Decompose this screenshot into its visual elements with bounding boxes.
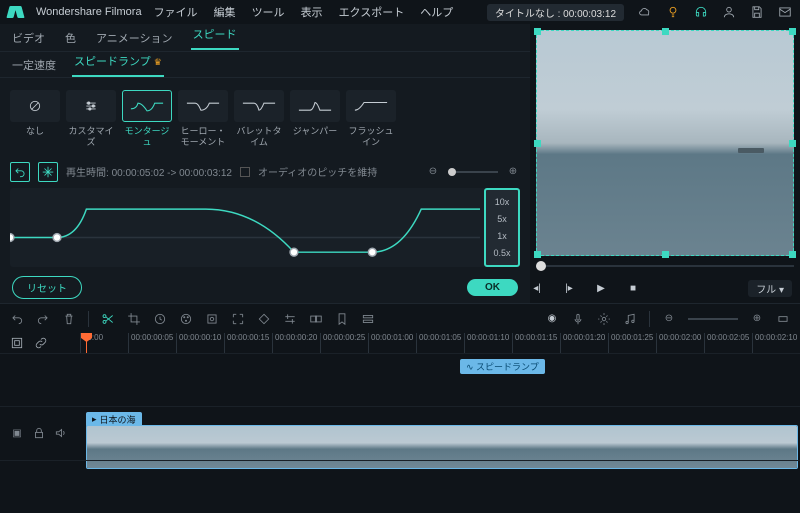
voiceover-icon[interactable]	[571, 312, 585, 326]
effect-tabs: ビデオ 色 アニメーション スピード	[0, 24, 530, 52]
idea-icon[interactable]	[666, 5, 680, 19]
cloud-icon[interactable]	[638, 5, 652, 19]
link-icon[interactable]	[34, 336, 48, 350]
title-bar: Wondershare Filmora ファイル 編集 ツール 表示 エクスポー…	[0, 0, 800, 24]
crown-icon: ♛	[154, 57, 162, 67]
tab-video[interactable]: ビデオ	[10, 30, 47, 46]
track-row-3[interactable]	[80, 460, 800, 513]
split-icon[interactable]	[101, 312, 115, 326]
menu-export[interactable]: エクスポート	[339, 4, 405, 20]
reset-button[interactable]: リセット	[12, 276, 82, 299]
subtab-ramp[interactable]: スピードランプ ♛	[72, 53, 164, 77]
support-icon[interactable]	[694, 5, 708, 19]
preset-row: なし カスタマイズ モンタージュ ヒーロー・モーメント バレットタイム ジャンパ…	[0, 78, 530, 160]
preset-hero[interactable]: ヒーロー・モーメント	[178, 90, 228, 148]
undo-keyframe-icon[interactable]	[10, 162, 30, 182]
prev-frame-icon[interactable]: ◂|	[530, 281, 544, 295]
stop-icon[interactable]: ■	[626, 281, 640, 295]
next-frame-icon[interactable]: |▸	[562, 281, 576, 295]
mixer-icon[interactable]	[597, 312, 611, 326]
track-head-audio	[0, 460, 80, 513]
time-ruler[interactable]: 00:0000:00:00:0500:00:00:1000:00:00:1500…	[80, 333, 800, 353]
speed-subtabs: 一定速度 スピードランプ ♛	[0, 52, 530, 78]
tl-zoom-in-icon[interactable]: ⊕	[750, 312, 764, 326]
menu-help[interactable]: ヘルプ	[420, 4, 453, 20]
ok-button[interactable]: OK	[467, 279, 518, 296]
timeline: ▣ ∿ スピードランプ ▸ 日本の海	[0, 353, 800, 513]
undo-icon[interactable]	[10, 312, 24, 326]
subtab-uniform[interactable]: 一定速度	[10, 57, 58, 73]
insert-track-icon[interactable]	[10, 336, 24, 350]
lock-icon[interactable]	[32, 426, 46, 440]
account-icon[interactable]	[722, 5, 736, 19]
menu-edit[interactable]: 編集	[214, 4, 236, 20]
speed-scale: 10x5x1x0.5x	[484, 188, 520, 267]
track-head-empty	[0, 353, 80, 406]
marker-icon[interactable]	[335, 312, 349, 326]
tl-zoom-slider[interactable]	[688, 318, 738, 320]
keyframe-icon[interactable]	[257, 312, 271, 326]
duration-label: 再生時間: 00:00:05:02 -> 00:00:03:12	[66, 164, 232, 179]
color-icon[interactable]	[179, 312, 193, 326]
tab-speed[interactable]: スピード	[191, 26, 239, 50]
visible-icon[interactable]: ▣	[10, 426, 24, 440]
zoom-in-icon[interactable]: ⊕	[506, 165, 520, 179]
playback-controls: ◂| |▸ ▶ ■ フル ▾	[530, 273, 800, 303]
speed-icon[interactable]	[153, 312, 167, 326]
quality-dropdown[interactable]: フル ▾	[748, 280, 792, 297]
delete-icon[interactable]	[62, 312, 76, 326]
record-icon[interactable]: ◉	[545, 312, 559, 326]
pitch-checkbox[interactable]	[240, 167, 250, 177]
playhead[interactable]	[86, 333, 87, 353]
menu-tools[interactable]: ツール	[252, 4, 285, 20]
preview-panel: ◂| |▸ ▶ ■ フル ▾	[530, 24, 800, 303]
mute-icon[interactable]	[54, 426, 68, 440]
app-name: Wondershare Filmora	[36, 6, 142, 18]
tab-animation[interactable]: アニメーション	[94, 30, 175, 46]
crop-icon[interactable]	[127, 312, 141, 326]
speed-panel: ビデオ 色 アニメーション スピード 一定速度 スピードランプ ♛ なし カスタ…	[0, 24, 530, 303]
track-row-video[interactable]: ▸ 日本の海	[80, 406, 800, 459]
project-title: タイトルなし : 00:00:03:12	[487, 4, 624, 21]
menu-view[interactable]: 表示	[301, 4, 323, 20]
tab-color[interactable]: 色	[63, 30, 78, 46]
preset-bullet[interactable]: バレットタイム	[234, 90, 284, 148]
track-row-1[interactable]: ∿ スピードランプ	[80, 353, 800, 406]
menu-file[interactable]: ファイル	[154, 4, 198, 20]
app-logo-icon	[8, 4, 24, 20]
track-icon[interactable]	[361, 312, 375, 326]
adjust-icon[interactable]	[283, 312, 297, 326]
speed-ramp-tag: ∿ スピードランプ	[460, 359, 545, 374]
group-icon[interactable]	[309, 312, 323, 326]
main-menu: ファイル 編集 ツール 表示 エクスポート ヘルプ	[154, 4, 454, 20]
preview-scrubber[interactable]	[536, 258, 794, 274]
freeze-frame-icon[interactable]	[38, 162, 58, 182]
preset-none[interactable]: なし	[10, 90, 60, 148]
preset-jumper[interactable]: ジャンパー	[290, 90, 340, 148]
redo-icon[interactable]	[36, 312, 50, 326]
mail-icon[interactable]	[778, 5, 792, 19]
timeline-toolbar: ◉ ⊖ ⊕	[0, 303, 800, 333]
save-icon[interactable]	[750, 5, 764, 19]
zoom-out-icon[interactable]: ⊖	[426, 165, 440, 179]
tl-fit-icon[interactable]	[776, 312, 790, 326]
zoom-slider[interactable]	[448, 171, 498, 173]
preview-viewport[interactable]	[536, 30, 794, 256]
tl-zoom-out-icon[interactable]: ⊖	[662, 312, 676, 326]
preset-custom[interactable]: カスタマイズ	[66, 90, 116, 148]
expand-icon[interactable]	[231, 312, 245, 326]
greenscreen-icon[interactable]	[205, 312, 219, 326]
play-icon[interactable]: ▶	[594, 281, 608, 295]
preset-flashin[interactable]: フラッシュイン	[346, 90, 396, 148]
preset-montage[interactable]: モンタージュ	[122, 90, 172, 148]
pitch-label: オーディオのピッチを維持	[258, 164, 377, 179]
track-head-video: ▣	[0, 406, 80, 459]
speed-curve-editor[interactable]: 10x5x1x0.5x	[10, 188, 520, 267]
audio-icon[interactable]	[623, 312, 637, 326]
play-info-bar: 再生時間: 00:00:05:02 -> 00:00:03:12 オーディオのピ…	[0, 160, 530, 184]
